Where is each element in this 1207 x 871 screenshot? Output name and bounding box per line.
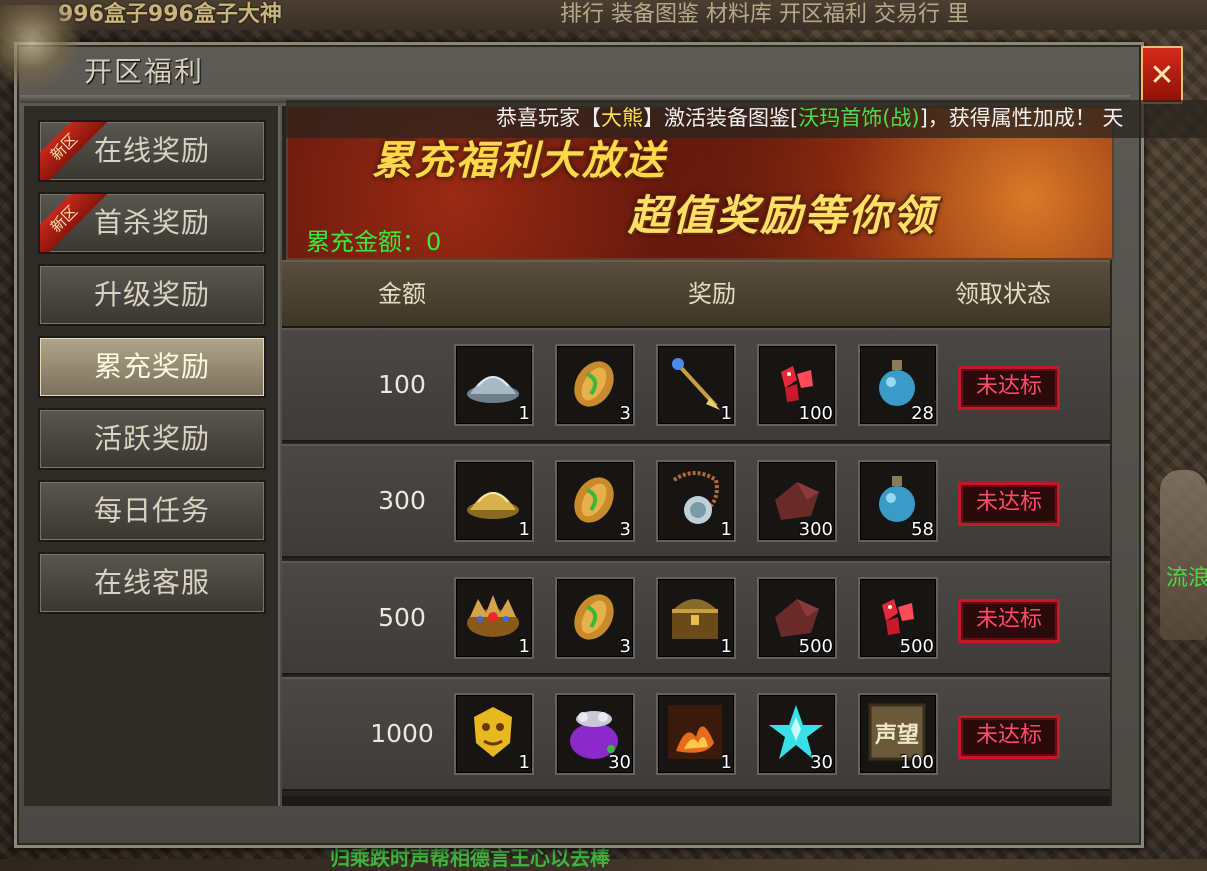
item-count: 3 [619, 636, 631, 657]
reward-item-slot[interactable]: 3 [555, 344, 635, 426]
reward-item-slot[interactable]: 100 [757, 344, 837, 426]
item-count: 1 [518, 519, 530, 540]
necklace-icon [666, 470, 724, 528]
reputation-label: 声望 [874, 723, 919, 748]
sidebar-item-label: 活跃奖励 [93, 422, 210, 455]
hat-icon [464, 354, 522, 412]
header-amount: 金额 [378, 280, 426, 308]
npc-name: 流浪 [1166, 566, 1207, 591]
sidebar-item-first-kill[interactable]: 新区 首杀奖励 [38, 192, 266, 254]
item-count: 1 [720, 752, 732, 773]
sidebar-item-label: 升级奖励 [93, 278, 210, 311]
banner-subheadline: 超值奖励等你领 [628, 191, 937, 240]
panel-title: 开区福利 [84, 55, 205, 88]
seed-icon [565, 587, 623, 645]
reward-item-slot[interactable]: 3 [555, 460, 635, 542]
item-count: 30 [810, 752, 833, 773]
reward-item-slot[interactable]: 1 [454, 693, 534, 775]
item-count: 1 [720, 403, 732, 424]
reward-item-slot[interactable]: 28 [858, 344, 938, 426]
sidebar-item-daily-task[interactable]: 每日任务 [38, 480, 266, 542]
claim-status-button[interactable]: 未达标 [958, 366, 1060, 410]
item-count: 300 [798, 519, 833, 540]
item-count: 28 [911, 403, 934, 424]
item-count: 1 [518, 752, 530, 773]
table-row: 100 1 3 1 100 28 未达标 [282, 328, 1110, 442]
sidebar-item-customer-service[interactable]: 在线客服 [38, 552, 266, 614]
reward-item-slot[interactable]: 声望 100 [858, 693, 938, 775]
gold-mask-icon [464, 703, 522, 761]
reward-item-slot[interactable]: 1 [656, 344, 736, 426]
announce-player: 大熊 [601, 106, 643, 130]
reward-item-slot[interactable]: 1 [454, 577, 534, 659]
sidebar-item-level-up[interactable]: 升级奖励 [38, 264, 266, 326]
reward-item-slot[interactable]: 1 [656, 693, 736, 775]
table-row: 1000 1 30 1 30 声望 100 未达标 [282, 677, 1110, 791]
reward-item-slot[interactable]: 1 [454, 460, 534, 542]
reward-item-slot[interactable]: 58 [858, 460, 938, 542]
header-status: 领取状态 [955, 280, 1051, 308]
seed-icon [565, 470, 623, 528]
gold-hat-icon [464, 470, 522, 528]
fire-scroll-icon [666, 703, 724, 761]
reward-item-slot[interactable]: 1 [656, 460, 736, 542]
sidebar-item-label: 累充奖励 [93, 350, 210, 383]
item-count: 100 [798, 403, 833, 424]
reward-item-slot[interactable]: 30 [555, 693, 635, 775]
sidebar-item-recharge[interactable]: 累充奖励 [38, 336, 266, 398]
table-header: 金额 奖励 领取状态 [282, 260, 1110, 328]
sidebar: 新区 在线奖励 新区 首杀奖励 升级奖励 累充奖励 活跃奖励 每日任务 在线客服 [24, 106, 280, 806]
claim-status-button[interactable]: 未达标 [958, 482, 1060, 526]
table-row: 500 1 3 1 500 500 未达标 [282, 561, 1110, 675]
item-count: 30 [608, 752, 631, 773]
item-count: 500 [899, 636, 934, 657]
reward-item-slot[interactable]: 1 [454, 344, 534, 426]
player-name: 996盒子996盒子大神 [58, 2, 282, 27]
system-announcement: 恭喜玩家【大熊】激活装备图鉴[沃玛首饰(战)]，获得属性加成！ 天 [286, 100, 1207, 138]
sidebar-item-label: 首杀奖励 [93, 206, 210, 239]
top-tabs[interactable]: 排行 装备图鉴 材料库 开区福利 交易行 里 [560, 0, 969, 28]
reward-item-slot[interactable]: 3 [555, 577, 635, 659]
claim-status-button[interactable]: 未达标 [958, 715, 1060, 759]
reward-item-slot[interactable]: 1 [656, 577, 736, 659]
item-count: 58 [911, 519, 934, 540]
sidebar-item-label: 在线客服 [93, 566, 210, 599]
staff-icon [666, 354, 724, 412]
dragon-ornament-icon [0, 5, 80, 95]
top-menu-strip: 996盒子996盒子大神 排行 装备图鉴 材料库 开区福利 交易行 里 [0, 0, 1207, 30]
chest-icon [666, 587, 724, 645]
sidebar-item-activity[interactable]: 活跃奖励 [38, 408, 266, 470]
item-count: 1 [518, 636, 530, 657]
sidebar-item-label: 在线奖励 [93, 134, 210, 167]
close-button[interactable]: ✕ [1141, 46, 1183, 104]
item-count: 100 [899, 752, 934, 773]
sidebar-item-label: 每日任务 [93, 494, 210, 527]
reward-item-slot[interactable]: 500 [757, 577, 837, 659]
content-footer [282, 796, 1110, 806]
announce-item: 沃玛首饰(战) [798, 106, 920, 130]
reward-item-slot[interactable]: 500 [858, 577, 938, 659]
sidebar-item-online-reward[interactable]: 新区 在线奖励 [38, 120, 266, 182]
item-count: 500 [798, 636, 833, 657]
npc-figure [1160, 470, 1207, 640]
header-reward: 奖励 [688, 280, 736, 308]
claim-status-button[interactable]: 未达标 [958, 599, 1060, 643]
item-count: 1 [720, 636, 732, 657]
item-count: 3 [619, 403, 631, 424]
recharge-total: 累充金额：0 [306, 228, 442, 256]
recharge-content: 累充福利大放送 超值奖励等你领 累充金额：0 金额 奖励 领取状态 100 1 3 1… [282, 106, 1114, 806]
reward-item-slot[interactable]: 300 [757, 460, 837, 542]
reward-item-slot[interactable]: 30 [757, 693, 837, 775]
crown-icon [464, 587, 522, 645]
new-server-badge: 新区 [40, 122, 110, 180]
table-row: 300 1 3 1 300 58 未达标 [282, 444, 1110, 558]
item-count: 1 [518, 403, 530, 424]
seed-icon [565, 354, 623, 412]
item-count: 1 [720, 519, 732, 540]
item-count: 3 [619, 519, 631, 540]
new-server-badge: 新区 [40, 194, 110, 252]
